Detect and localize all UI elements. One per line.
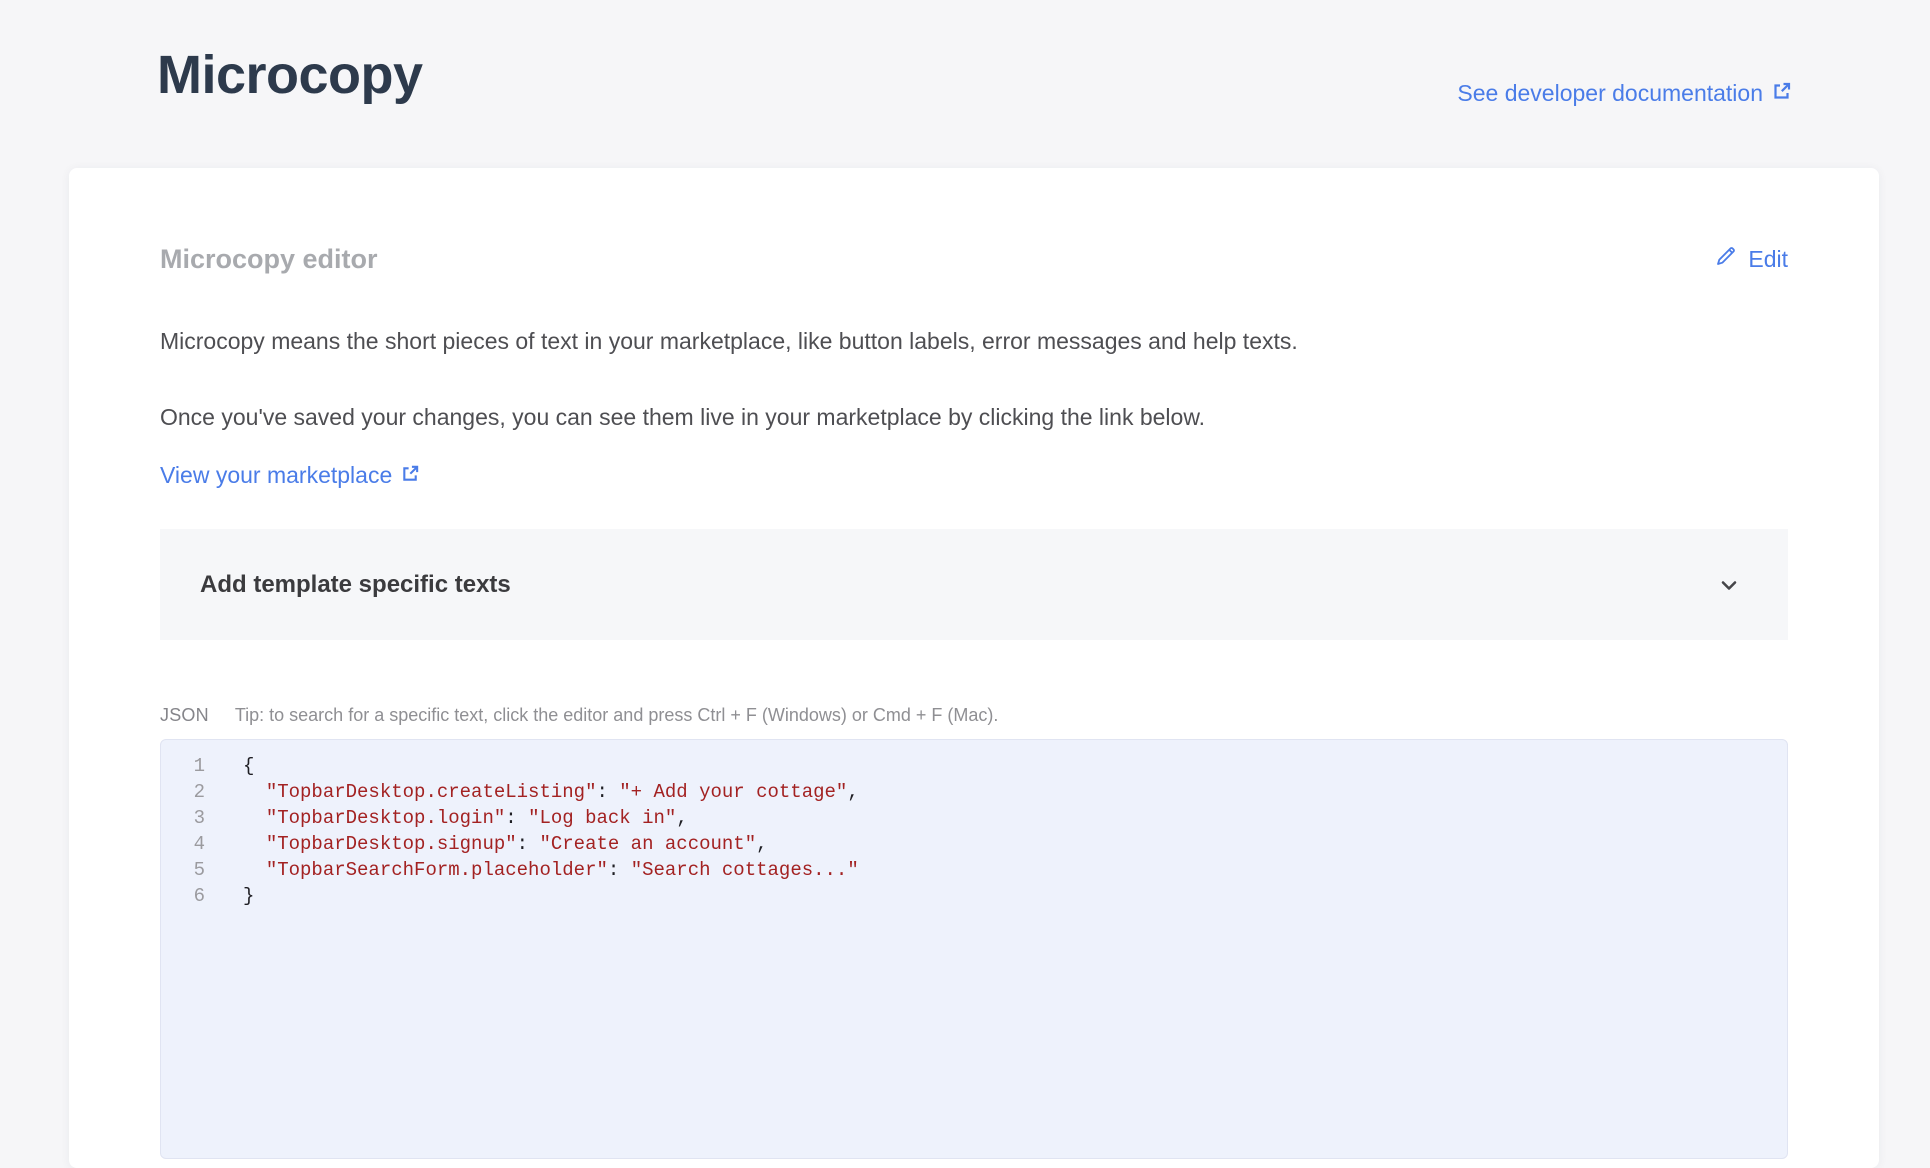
code-token-string: "Create an account" — [539, 833, 756, 855]
developer-documentation-link[interactable]: See developer documentation — [1457, 80, 1792, 107]
code-line-content: } — [205, 883, 254, 909]
code-token-punctuation — [243, 807, 266, 829]
code-token-punctuation — [243, 781, 266, 803]
edit-button-label: Edit — [1748, 243, 1788, 276]
json-editor-header: JSON Tip: to search for a specific text,… — [160, 705, 1788, 726]
code-line: 1{ — [161, 753, 1787, 779]
code-line: 2 "TopbarDesktop.createListing": "+ Add … — [161, 779, 1787, 805]
card-heading: Microcopy editor — [160, 243, 378, 276]
code-token-punctuation: : — [608, 859, 631, 881]
page-title: Microcopy — [157, 44, 423, 106]
view-marketplace-link[interactable]: View your marketplace — [160, 456, 420, 494]
line-number: 1 — [161, 753, 205, 779]
code-token-string: "TopbarDesktop.createListing" — [266, 781, 597, 803]
pencil-icon — [1715, 243, 1738, 276]
code-token-punctuation: : — [596, 781, 619, 803]
line-number: 4 — [161, 831, 205, 857]
code-token-punctuation: } — [243, 885, 254, 907]
top-header: Microcopy See developer documentation — [0, 0, 1930, 168]
code-token-string: "TopbarSearchForm.placeholder" — [266, 859, 608, 881]
editor-search-tip: Tip: to search for a specific text, clic… — [235, 705, 999, 726]
edit-button[interactable]: Edit — [1715, 243, 1788, 276]
line-number: 5 — [161, 857, 205, 883]
code-token-punctuation: : — [505, 807, 528, 829]
code-token-punctuation — [243, 859, 266, 881]
microcopy-editor-card: Microcopy editor Edit Microcopy means th… — [69, 168, 1879, 1168]
external-link-icon — [1772, 80, 1792, 107]
code-token-punctuation: { — [243, 755, 254, 777]
line-number: 3 — [161, 805, 205, 831]
accordion-add-template-texts[interactable]: Add template specific texts — [160, 529, 1788, 640]
card-heading-row: Microcopy editor Edit — [160, 243, 1788, 276]
code-token-punctuation: , — [676, 807, 687, 829]
code-token-string: "TopbarDesktop.signup" — [266, 833, 517, 855]
description-paragraph-1: Microcopy means the short pieces of text… — [160, 322, 1370, 360]
code-line: 3 "TopbarDesktop.login": "Log back in", — [161, 805, 1787, 831]
code-lines: 1{2 "TopbarDesktop.createListing": "+ Ad… — [161, 753, 1787, 909]
line-number: 2 — [161, 779, 205, 805]
line-number: 6 — [161, 883, 205, 909]
code-token-punctuation: , — [756, 833, 767, 855]
code-token-string: "+ Add your cottage" — [619, 781, 847, 803]
format-label: JSON — [160, 705, 209, 726]
code-token-string: "Search cottages..." — [631, 859, 859, 881]
code-line: 6} — [161, 883, 1787, 909]
code-token-punctuation: , — [847, 781, 858, 803]
code-token-punctuation: : — [517, 833, 540, 855]
code-line: 5 "TopbarSearchForm.placeholder": "Searc… — [161, 857, 1787, 883]
accordion-label: Add template specific texts — [200, 571, 511, 599]
code-line-content: { — [205, 753, 254, 779]
code-line-content: "TopbarDesktop.login": "Log back in", — [205, 805, 688, 831]
view-marketplace-link-label: View your marketplace — [160, 456, 392, 494]
code-token-punctuation — [243, 833, 266, 855]
description-paragraph-2: Once you've saved your changes, you can … — [160, 398, 1370, 436]
code-token-string: "TopbarDesktop.login" — [266, 807, 505, 829]
code-line: 4 "TopbarDesktop.signup": "Create an acc… — [161, 831, 1787, 857]
code-line-content: "TopbarDesktop.createListing": "+ Add yo… — [205, 779, 859, 805]
code-token-string: "Log back in" — [528, 807, 676, 829]
code-line-content: "TopbarDesktop.signup": "Create an accou… — [205, 831, 768, 857]
developer-documentation-link-label: See developer documentation — [1457, 80, 1763, 107]
chevron-down-icon — [1716, 572, 1742, 598]
external-link-icon — [401, 456, 420, 494]
code-line-content: "TopbarSearchForm.placeholder": "Search … — [205, 857, 859, 883]
json-code-editor[interactable]: 1{2 "TopbarDesktop.createListing": "+ Ad… — [160, 739, 1788, 1159]
